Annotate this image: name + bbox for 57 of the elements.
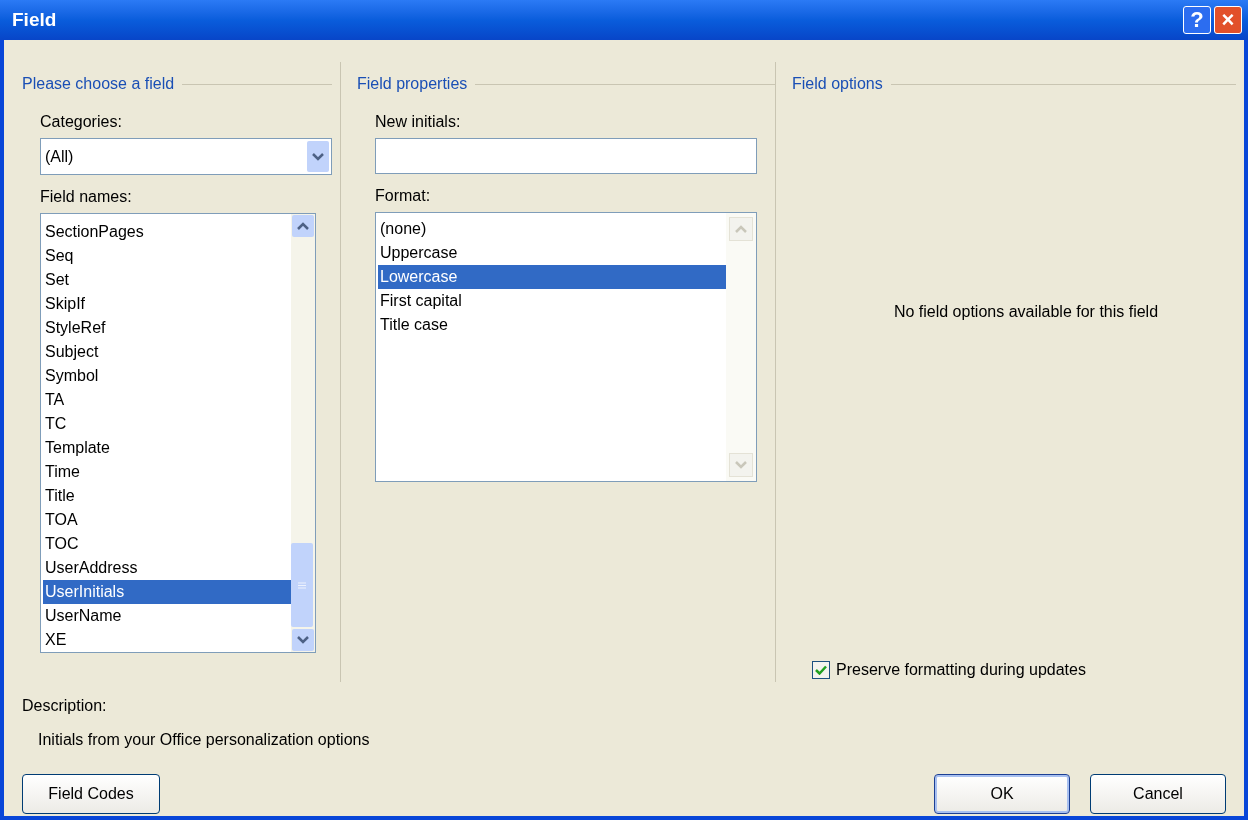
chevron-down-icon — [297, 636, 309, 644]
initials-input[interactable] — [375, 138, 757, 174]
list-item[interactable]: UserAddress — [43, 556, 291, 580]
checkbox[interactable] — [812, 661, 830, 679]
list-item[interactable]: Title — [43, 484, 291, 508]
chevron-down-icon — [312, 152, 324, 161]
group-heading: Field options — [792, 74, 883, 94]
scroll-up-button[interactable] — [292, 215, 314, 237]
list-item[interactable]: Seq — [43, 244, 291, 268]
field-label: Categories: — [40, 112, 123, 132]
list-item[interactable]: SkipIf — [43, 292, 291, 316]
scrollbar[interactable] — [291, 214, 315, 652]
grip-icon — [298, 581, 306, 589]
dialog-button[interactable]: Cancel — [1090, 774, 1226, 814]
list-item[interactable]: UserInitials — [43, 580, 291, 604]
list-item[interactable]: Set — [43, 268, 291, 292]
list-item[interactable]: TA — [43, 388, 291, 412]
list-item[interactable]: TC — [43, 412, 291, 436]
scroll-thumb[interactable] — [291, 543, 313, 627]
field-label: New initials: — [375, 112, 462, 132]
list-item[interactable]: StyleRef — [43, 316, 291, 340]
list-item[interactable]: Subject — [43, 340, 291, 364]
checkbox-label: Preserve formatting during updates — [836, 660, 1086, 680]
checkmark-icon — [815, 665, 827, 675]
description-label: Description: — [22, 696, 107, 716]
help-button[interactable]: ? — [1183, 6, 1211, 34]
chevron-up-icon — [297, 222, 309, 230]
list-item[interactable]: Template — [43, 436, 291, 460]
list-item[interactable]: UserName — [43, 604, 291, 628]
dropdown-button[interactable] — [307, 141, 329, 172]
dialog-button[interactable]: OK — [934, 774, 1070, 814]
list-item[interactable]: (none) — [378, 217, 726, 241]
chevron-down-icon — [735, 461, 747, 469]
dropdown-value: (All) — [45, 146, 74, 167]
close-button[interactable]: × — [1214, 6, 1242, 34]
group-heading: Field properties — [357, 74, 468, 94]
list-item[interactable]: Lowercase — [378, 265, 726, 289]
chevron-up-icon — [735, 225, 747, 233]
list-item[interactable]: TOA — [43, 508, 291, 532]
list-item[interactable]: TOC — [43, 532, 291, 556]
list-item[interactable]: First capital — [378, 289, 726, 313]
scroll-down-button[interactable] — [292, 629, 314, 651]
group-heading: Please choose a field — [22, 74, 175, 94]
dialog-button[interactable]: Field Codes — [22, 774, 160, 814]
list-item[interactable]: Time — [43, 460, 291, 484]
list-item[interactable]: Symbol — [43, 364, 291, 388]
list-item[interactable]: Uppercase — [378, 241, 726, 265]
list-item[interactable]: XE — [43, 628, 291, 652]
info-message: No field options available for this field — [893, 302, 1159, 322]
description-text: Initials from your Office personalization options — [38, 730, 370, 750]
field-label: Field names: — [40, 187, 133, 207]
list-item[interactable]: Title case — [378, 313, 726, 337]
window-title: Field — [12, 7, 57, 32]
field-label: Format: — [375, 186, 432, 206]
list-item[interactable]: SectionPages — [43, 220, 291, 244]
preserve-checkbox[interactable]: Preserve formatting during updates — [812, 658, 1086, 682]
categories-dropdown[interactable]: (All) — [40, 138, 332, 175]
